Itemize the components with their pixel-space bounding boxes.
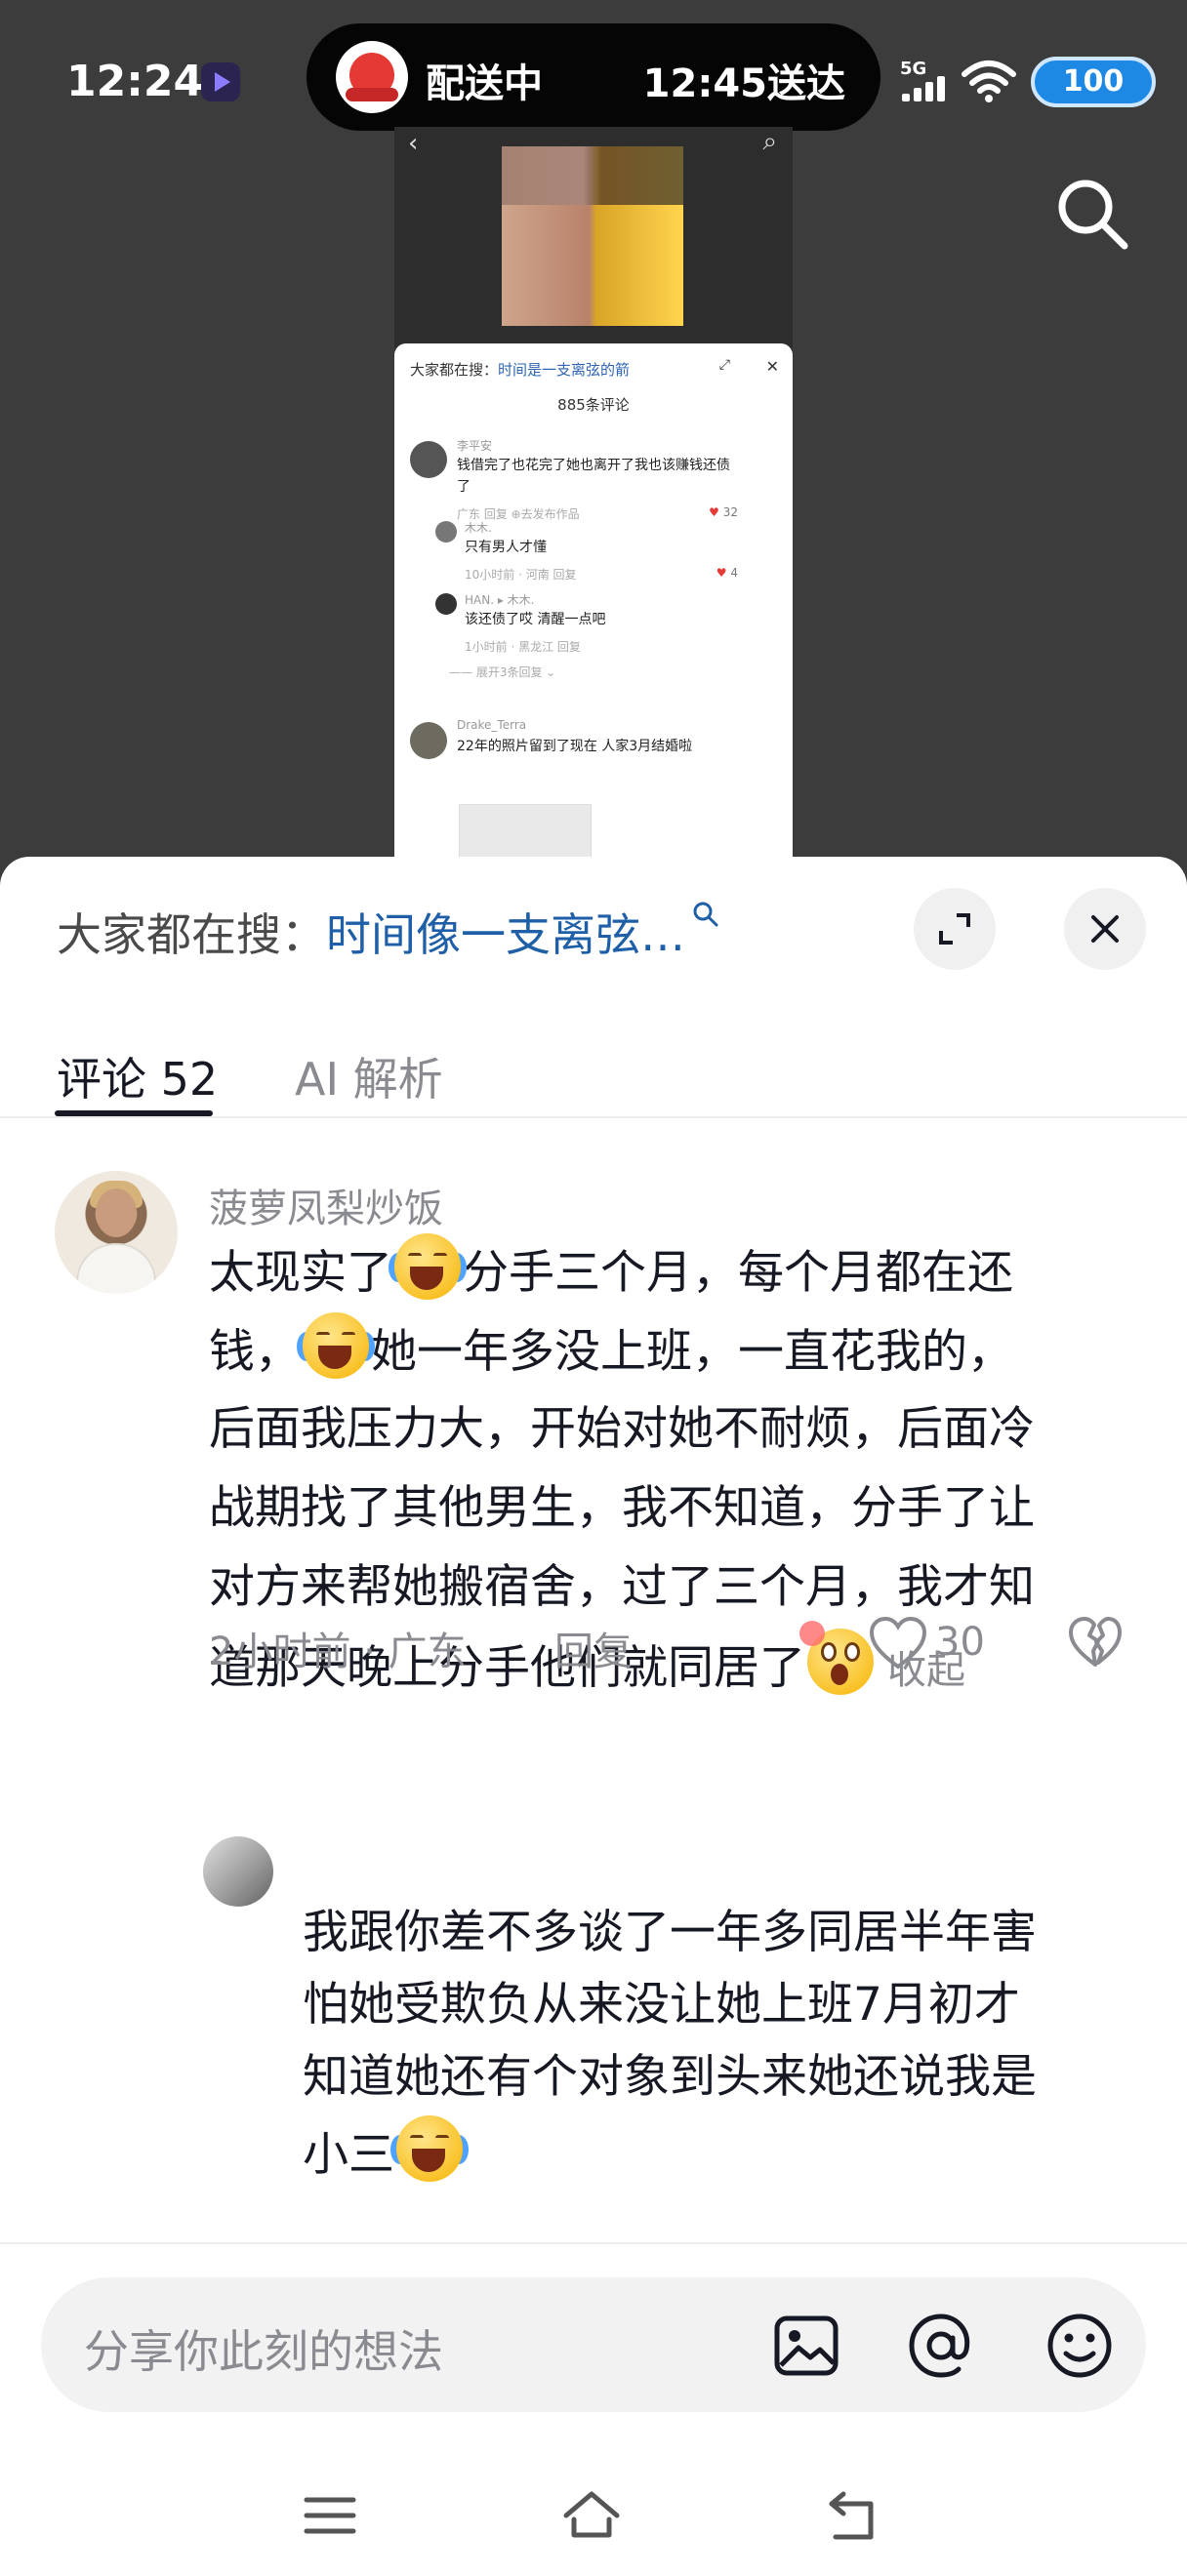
comment-tabs: 评论 52 AI 解析	[0, 1021, 1187, 1118]
heart-outline-icon[interactable]	[869, 1616, 927, 1670]
thumbnail-search-icon: ⌕	[762, 127, 777, 156]
delivery-status: 配送中	[426, 61, 543, 106]
delivery-rider-icon	[336, 41, 408, 113]
delivery-live-activity[interactable]: 配送中 12:45送达	[307, 23, 880, 131]
back-icon[interactable]	[822, 2484, 884, 2547]
home-icon[interactable]	[560, 2484, 623, 2547]
signal-icon	[902, 76, 951, 101]
expand-icon	[939, 913, 970, 945]
tab-ai-analysis[interactable]: AI 解析	[295, 1044, 443, 1108]
search-suggestion[interactable]: 大家都在搜：时间像一支离弦…	[57, 900, 720, 964]
back-arrow-icon: ‹	[408, 129, 419, 158]
like-count: 30	[935, 1620, 985, 1665]
reply-text[interactable]: 我跟你差不多谈了一年多同居半年害 怕她受欺负从来没让她上班7月初才 知道她还有个…	[303, 1897, 1162, 2186]
wifi-icon	[962, 60, 1016, 102]
comment-username[interactable]: 菠萝凤梨炒饭	[209, 1177, 443, 1233]
comment-input-bar: 分享你此刻的想法	[0, 2242, 1187, 2576]
crying-laughing-emoji-icon	[390, 2113, 469, 2184]
delivery-eta: 12:45送达	[642, 61, 845, 106]
comment-input-placeholder: 分享你此刻的想法	[84, 2325, 443, 2378]
system-navigation-bar	[0, 2441, 1187, 2576]
close-icon	[1091, 915, 1119, 943]
comment-preview-screenshot: 大家都在搜：时间是一支离弦的箭 ⤢ ✕ 885条评论 李平安 钱借完了也花完了她…	[394, 343, 793, 861]
reply-button[interactable]: 回复	[554, 1620, 633, 1676]
search-icon[interactable]	[1052, 174, 1130, 252]
avatar[interactable]	[55, 1171, 178, 1294]
menu-icon[interactable]	[299, 2484, 361, 2547]
tab-comments[interactable]: 评论 52	[57, 1044, 218, 1108]
at-icon[interactable]	[904, 2309, 978, 2383]
expand-button[interactable]	[914, 888, 996, 970]
comment-input[interactable]: 分享你此刻的想法	[41, 2277, 1146, 2412]
video-thumbnail: ‹ ⌕	[394, 127, 793, 351]
mini-expand-icon: ⤢	[718, 357, 730, 373]
active-tab-indicator	[55, 1110, 213, 1116]
status-bar: 12:24 配送中 12:45送达 5G 100	[0, 0, 1187, 137]
comment-sheet: 大家都在搜：时间像一支离弦… 评论 52 AI 解析 菠萝凤梨炒饭 太现实了 分手…	[0, 857, 1187, 2576]
close-button[interactable]	[1064, 888, 1146, 970]
broken-heart-icon[interactable]	[1068, 1616, 1123, 1670]
status-time: 12:24	[66, 57, 204, 106]
image-icon[interactable]	[769, 2309, 843, 2383]
emoji-icon[interactable]	[1043, 2309, 1117, 2383]
mini-close-icon: ✕	[765, 357, 779, 376]
media-app-icon	[201, 62, 240, 101]
reply-avatar[interactable]	[203, 1836, 273, 1907]
search-small-icon	[693, 902, 718, 927]
comment-time-location: 2小时前 · 广东	[209, 1630, 467, 1674]
crying-laughing-emoji-icon	[389, 1231, 467, 1302]
shocked-emoji-icon	[799, 1621, 876, 1697]
battery-indicator: 100	[1031, 57, 1156, 107]
crying-laughing-emoji-icon	[297, 1310, 375, 1381]
search-suggestion-term[interactable]: 时间像一支离弦…	[326, 908, 685, 961]
